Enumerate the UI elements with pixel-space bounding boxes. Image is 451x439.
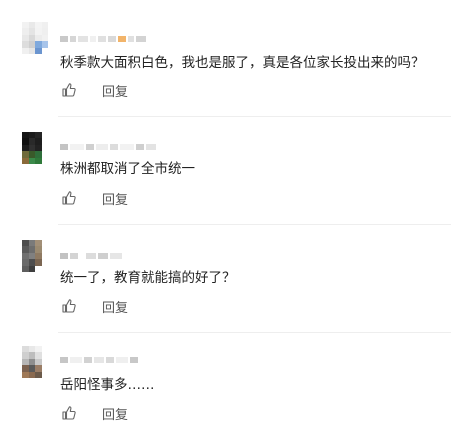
avatar[interactable]	[22, 22, 48, 54]
username-masked[interactable]	[60, 356, 138, 364]
avatar[interactable]	[22, 346, 48, 378]
comment-text: 秋季款大面积白色，我也是服了，真是各位家长投出来的吗？	[60, 55, 425, 71]
divider	[58, 224, 451, 225]
divider	[58, 332, 451, 333]
comment-actions: 回复	[60, 188, 128, 208]
reply-button[interactable]: 回复	[102, 189, 128, 208]
reply-button[interactable]: 回复	[102, 404, 128, 423]
thumbs-up-icon[interactable]	[60, 297, 78, 315]
comment-text: 统一了，教育就能搞的好了？	[60, 270, 236, 286]
comment-text: 株洲都取消了全市统一	[60, 161, 195, 177]
thumbs-up-icon[interactable]	[60, 404, 78, 422]
avatar[interactable]	[22, 240, 48, 272]
divider	[58, 116, 451, 117]
reply-button[interactable]: 回复	[102, 297, 128, 316]
avatar[interactable]	[22, 132, 48, 164]
reply-button[interactable]: 回复	[102, 81, 128, 100]
username-masked[interactable]	[60, 252, 122, 260]
comment-actions: 回复	[60, 80, 128, 100]
username-masked[interactable]	[60, 35, 146, 43]
thumbs-up-icon[interactable]	[60, 81, 78, 99]
comment-text: 岳阳怪事多……	[60, 377, 155, 393]
comment-actions: 回复	[60, 296, 128, 316]
username-masked[interactable]	[60, 143, 156, 151]
thumbs-up-icon[interactable]	[60, 189, 78, 207]
comment-actions: 回复	[60, 403, 128, 423]
